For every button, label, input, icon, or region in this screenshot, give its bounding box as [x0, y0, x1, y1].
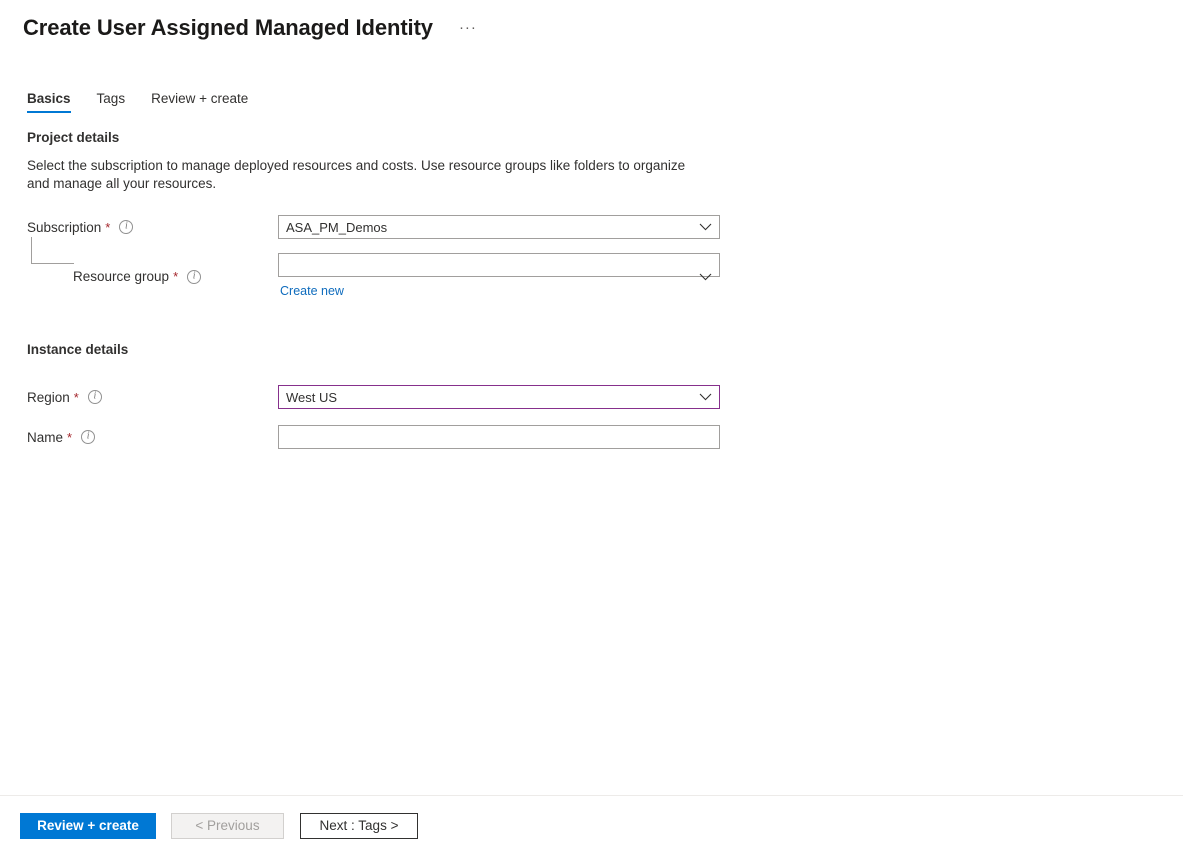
- region-row: Region * i West US: [27, 385, 1183, 409]
- project-details-heading: Project details: [27, 130, 1183, 145]
- instance-details-heading: Instance details: [27, 342, 1183, 357]
- required-asterisk: *: [173, 270, 178, 283]
- name-input[interactable]: [278, 425, 720, 449]
- name-control: [278, 425, 720, 449]
- resource-group-control: Create new: [278, 253, 720, 300]
- subscription-row: Subscription * i ASA_PM_Demos: [27, 215, 1183, 239]
- previous-button[interactable]: < Previous: [171, 813, 284, 839]
- info-icon[interactable]: i: [119, 220, 133, 234]
- info-icon[interactable]: i: [81, 430, 95, 444]
- name-row: Name * i: [27, 425, 1183, 449]
- required-asterisk: *: [74, 391, 79, 404]
- resource-group-row: Resource group * i Create new: [27, 253, 1183, 300]
- subscription-control: ASA_PM_Demos: [278, 215, 720, 239]
- subscription-dropdown[interactable]: ASA_PM_Demos: [278, 215, 720, 239]
- info-icon-glyph: i: [87, 432, 90, 442]
- next-tags-button[interactable]: Next : Tags >: [300, 813, 418, 839]
- region-label: Region * i: [27, 390, 278, 405]
- info-icon-glyph: i: [193, 271, 196, 281]
- wizard-footer: Review + create < Previous Next : Tags >: [0, 795, 1183, 855]
- subscription-label: Subscription * i: [27, 220, 278, 235]
- tab-review-create[interactable]: Review + create: [151, 91, 248, 113]
- region-dropdown[interactable]: West US: [278, 385, 720, 409]
- page-title: Create User Assigned Managed Identity: [23, 14, 433, 42]
- more-options-icon[interactable]: ···: [453, 18, 483, 38]
- basics-form: Project details Select the subscription …: [0, 113, 1183, 449]
- page-header: Create User Assigned Managed Identity ··…: [0, 0, 1183, 44]
- region-selected-value: West US: [286, 390, 337, 405]
- required-asterisk: *: [67, 431, 72, 444]
- review-create-button[interactable]: Review + create: [20, 813, 156, 839]
- resource-group-label-text: Resource group: [73, 269, 169, 284]
- tab-tags[interactable]: Tags: [97, 91, 126, 113]
- region-label-text: Region: [27, 390, 70, 405]
- info-icon[interactable]: i: [187, 270, 201, 284]
- project-details-description: Select the subscription to manage deploy…: [27, 157, 687, 193]
- subscription-selected-value: ASA_PM_Demos: [286, 220, 387, 235]
- info-icon-glyph: i: [93, 392, 96, 402]
- required-asterisk: *: [105, 221, 110, 234]
- region-control: West US: [278, 385, 720, 409]
- tab-basics[interactable]: Basics: [27, 91, 71, 113]
- resource-group-dropdown[interactable]: [278, 253, 720, 277]
- name-label: Name * i: [27, 430, 278, 445]
- subscription-label-text: Subscription: [27, 220, 101, 235]
- info-icon[interactable]: i: [88, 390, 102, 404]
- create-new-resource-group-link[interactable]: Create new: [280, 284, 344, 298]
- name-label-text: Name: [27, 430, 63, 445]
- wizard-tabs: Basics Tags Review + create: [0, 85, 1183, 113]
- info-icon-glyph: i: [125, 222, 128, 232]
- resource-group-label: Resource group * i: [27, 269, 278, 284]
